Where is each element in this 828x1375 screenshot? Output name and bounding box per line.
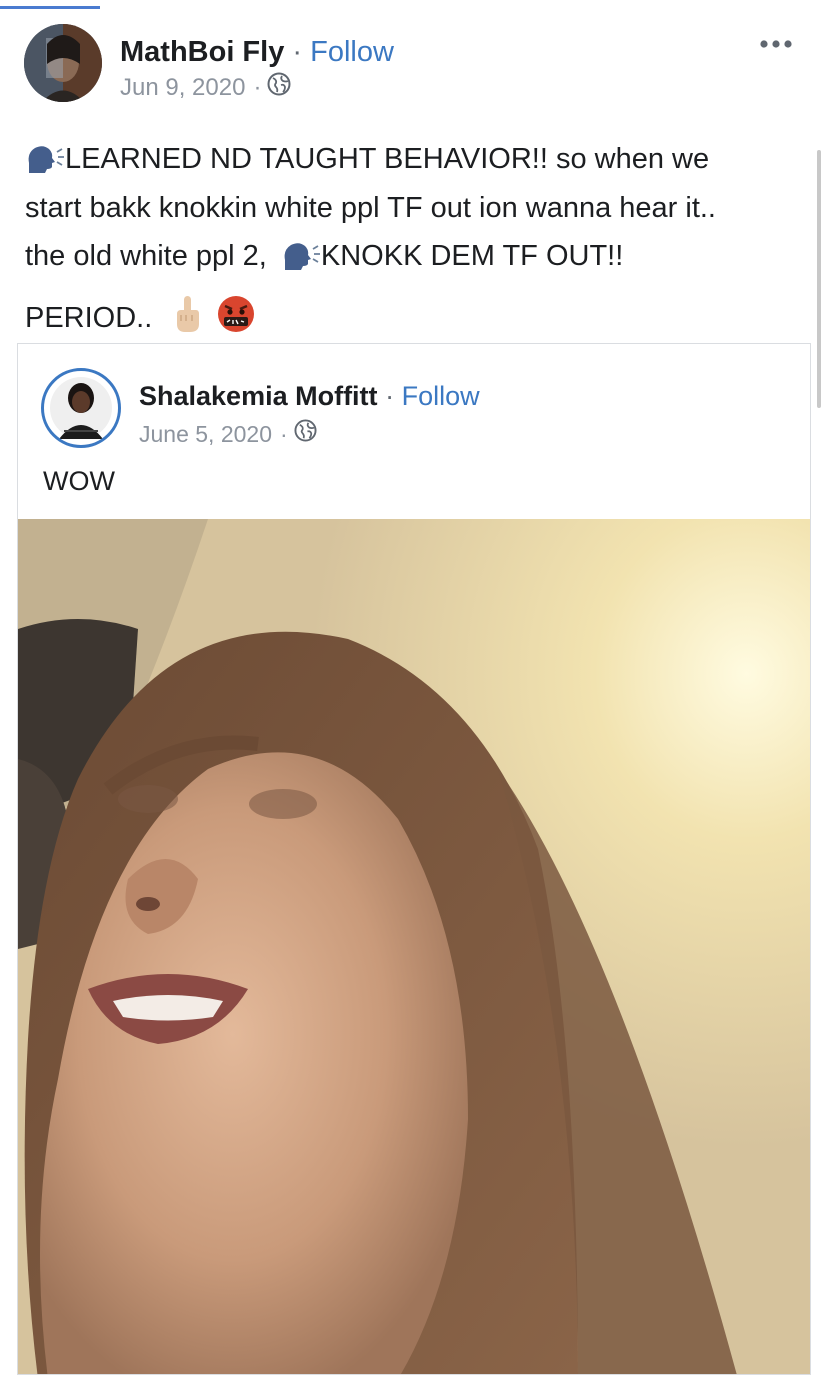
author-avatar[interactable]	[24, 24, 102, 102]
more-options-button[interactable]	[752, 32, 800, 56]
author-row: MathBoi Fly · Follow	[120, 34, 394, 70]
shared-follow-button[interactable]: Follow	[402, 381, 480, 411]
speaking-head-icon	[25, 143, 65, 187]
post-text-line-3b: KNOKK DEM TF OUT!!	[320, 240, 624, 272]
shared-post-text: WOW	[43, 466, 115, 496]
scrollbar[interactable]	[817, 150, 821, 408]
shared-meta-separator: ·	[280, 420, 288, 447]
active-tab-indicator	[0, 6, 100, 9]
follow-button[interactable]: Follow	[310, 36, 394, 68]
separator-dot: ·	[292, 36, 303, 68]
speaking-head-icon	[281, 240, 321, 284]
cursing-face-icon	[216, 294, 256, 346]
post-meta: Jun 9, 2020 ·	[120, 72, 291, 104]
post-text: LEARNED ND TAUGHT BEHAVIOR!! so when we …	[25, 138, 815, 346]
video-still	[18, 519, 810, 1374]
meta-separator: ·	[253, 74, 262, 101]
post-text-line-3a: the old white ppl 2,	[25, 240, 267, 272]
shared-author-row: Shalakemia Moffitt · Follow	[139, 379, 480, 413]
post-text-line-4-text: PERIOD..	[25, 302, 153, 334]
shared-author-avatar[interactable]	[41, 368, 121, 448]
globe-icon	[267, 72, 291, 104]
post-text-line-4: PERIOD..	[25, 294, 815, 346]
post-text-line-1: LEARNED ND TAUGHT BEHAVIOR!! so when we	[25, 138, 815, 187]
post-date[interactable]: Jun 9, 2020	[120, 73, 245, 103]
globe-icon	[294, 419, 317, 448]
post-text-line-1-text: LEARNED ND TAUGHT BEHAVIOR!! so when we	[65, 143, 710, 175]
post-text-line-3: the old white ppl 2, KNOKK DEM TF OUT!!	[25, 235, 815, 284]
middle-finger-icon	[172, 294, 202, 346]
shared-post-meta: June 5, 2020 ·	[139, 419, 317, 448]
author-name[interactable]: MathBoi Fly	[120, 36, 284, 68]
shared-post-date[interactable]: June 5, 2020	[139, 420, 272, 448]
shared-video[interactable]	[18, 519, 810, 1374]
shared-post-card[interactable]: Shalakemia Moffitt · Follow June 5, 2020…	[17, 343, 811, 1375]
more-options-icon	[760, 40, 792, 48]
post-text-line-2: start bakk knokkin white ppl TF out ion …	[25, 192, 716, 224]
shared-author-name[interactable]: Shalakemia Moffitt	[139, 381, 378, 411]
shared-separator-dot: ·	[385, 381, 395, 411]
